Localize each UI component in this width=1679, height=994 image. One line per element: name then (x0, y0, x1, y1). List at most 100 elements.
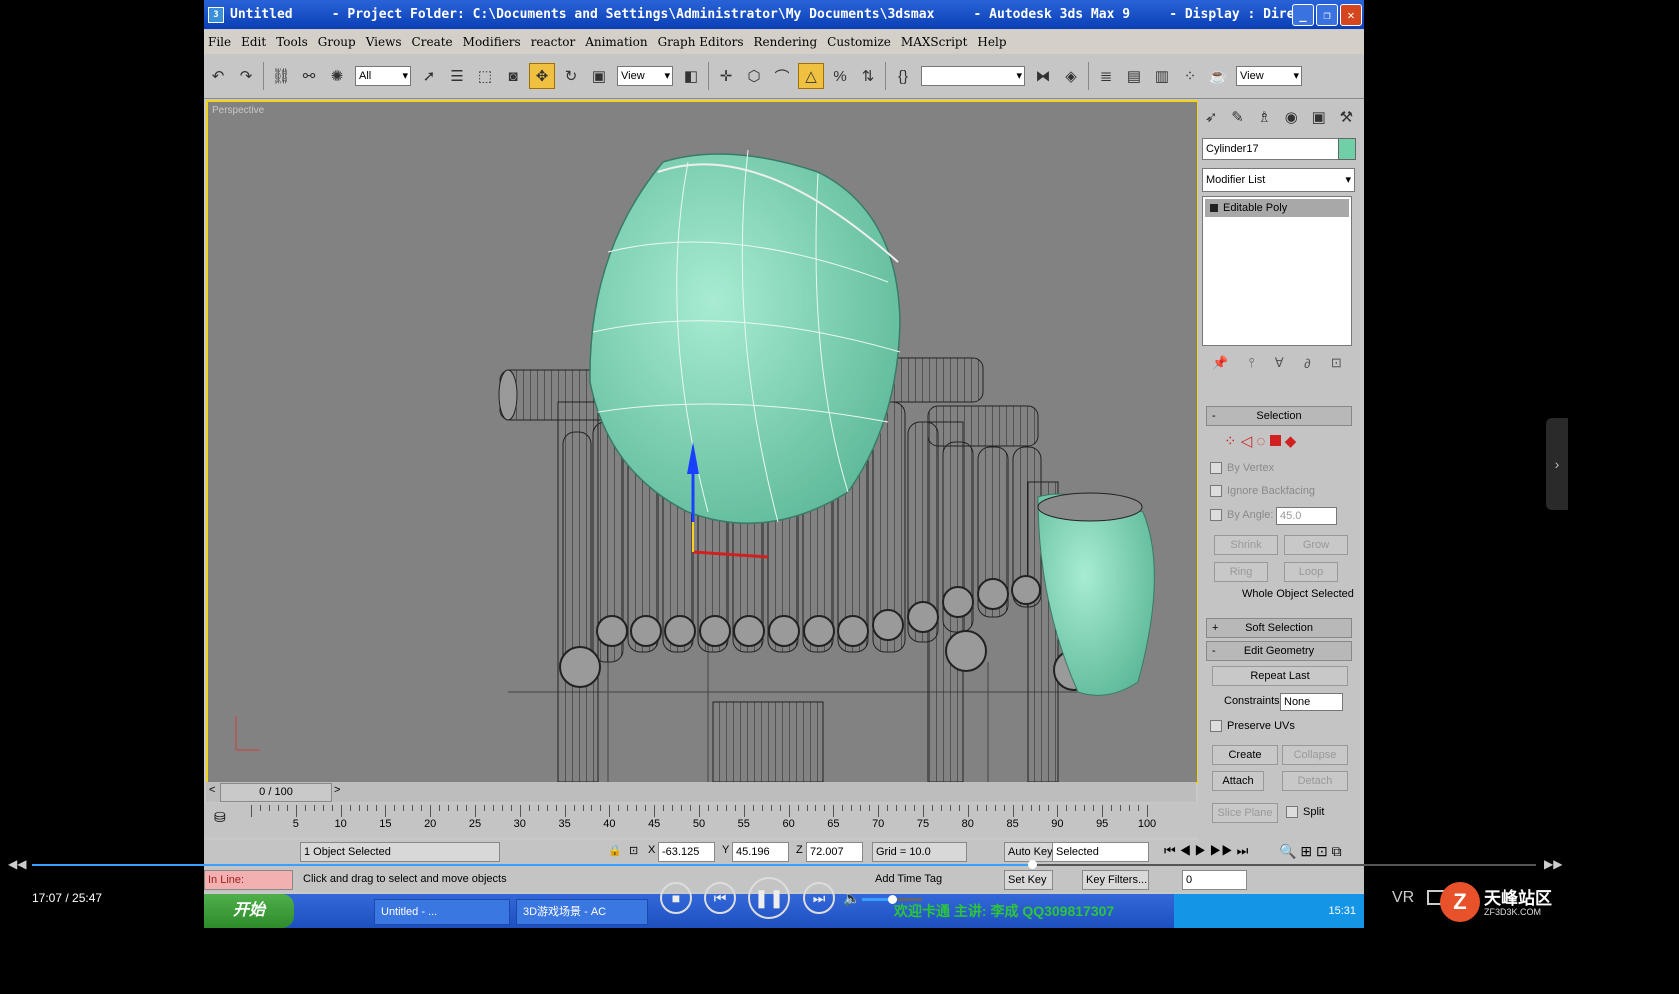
pivot-center-icon[interactable]: ◧ (679, 64, 703, 88)
menu-tools[interactable]: Tools (276, 35, 308, 49)
configure-modifier-sets-icon[interactable]: ⊡ (1331, 355, 1342, 371)
remove-modifier-icon[interactable]: ∂ (1304, 356, 1310, 371)
rectangular-selection-icon[interactable]: ⬚ (473, 64, 497, 88)
ignore-backfacing-checkbox[interactable]: Ignore Backfacing (1210, 485, 1315, 497)
viewport-label[interactable]: Perspective (212, 105, 264, 116)
create-tab-icon[interactable]: ➶ (1205, 108, 1218, 126)
menu-file[interactable]: File (208, 35, 231, 49)
material-editor-icon[interactable]: ⁘ (1178, 64, 1202, 88)
soft-selection-rollout-header[interactable]: + Soft Selection (1206, 618, 1352, 638)
bind-to-space-warp-icon[interactable]: ✺ (325, 64, 349, 88)
menu-help[interactable]: Help (977, 35, 1006, 49)
snaps-toggle-icon[interactable]: ⌒ (770, 64, 794, 88)
by-vertex-checkbox[interactable]: By Vertex (1210, 462, 1274, 474)
maxscript-listener-field[interactable]: In Line: (204, 870, 293, 890)
taskbar-item-video[interactable]: 3D游戏场景 - AC (516, 899, 648, 925)
menu-graph-editors[interactable]: Graph Editors (658, 35, 744, 49)
selection-filter-dropdown[interactable]: All (355, 66, 411, 86)
time-slider-thumb[interactable]: 0 / 100 (220, 783, 332, 802)
previous-button[interactable]: ⏮ (704, 882, 736, 914)
pin-stack-icon[interactable]: 📌 (1212, 355, 1228, 371)
perspective-viewport[interactable]: Perspective (206, 100, 1199, 784)
modifier-list-dropdown[interactable]: Modifier List (1202, 168, 1355, 192)
absolute-mode-icon[interactable]: ⊡ (629, 844, 638, 857)
menu-customize[interactable]: Customize (827, 35, 891, 49)
object-color-swatch[interactable] (1338, 138, 1356, 160)
window-crossing-icon[interactable]: ◙ (501, 64, 525, 88)
start-button[interactable]: 开始 (204, 894, 294, 928)
polygon-level-icon[interactable] (1269, 435, 1281, 446)
schematic-view-icon[interactable]: ▥ (1150, 64, 1174, 88)
track-bar[interactable]: ⛁ 5 10 15 20 25 30 35 40 45 50 55 60 65 70 75 80 85 90 95 1… (204, 803, 1198, 837)
next-frame-arrow-icon[interactable]: > (334, 784, 340, 796)
redo-icon[interactable]: ↷ (234, 64, 258, 88)
make-unique-icon[interactable]: ∀ (1275, 355, 1284, 371)
selection-lock-icon[interactable]: 🔒 (608, 844, 622, 857)
subobject-level-icons[interactable]: ⁘ ◁ ◌ ◆ (1224, 432, 1296, 450)
video-progress-bar[interactable] (32, 860, 1536, 869)
angle-spinner[interactable]: 45.0 (1276, 507, 1337, 525)
zoom-extents-icon[interactable]: ⊡ (1316, 843, 1328, 859)
layer-manager-icon[interactable]: ≣ (1094, 64, 1118, 88)
undo-icon[interactable]: ↶ (206, 64, 230, 88)
unlink-icon[interactable]: ⚯ (297, 64, 321, 88)
select-object-icon[interactable]: ➚ (417, 64, 441, 88)
z-coordinate-field[interactable]: 72.007 (806, 842, 863, 862)
angle-snap-icon[interactable]: △ (798, 63, 824, 89)
stop-button[interactable]: ■ (660, 882, 692, 914)
taskbar-item-max[interactable]: Untitled - ... (374, 899, 510, 925)
close-button[interactable]: ✕ (1340, 3, 1362, 26)
menu-maxscript[interactable]: MAXScript (901, 35, 968, 49)
x-coordinate-field[interactable]: -63.125 (658, 842, 715, 862)
spinner-snap-icon[interactable]: ⇅ (856, 64, 880, 88)
percent-snap-icon[interactable]: % (828, 64, 852, 88)
menu-create[interactable]: Create (412, 35, 453, 49)
preserve-uvs-checkbox[interactable]: Preserve UVs (1210, 720, 1295, 732)
time-slider[interactable]: < 0 / 100 > (206, 782, 1196, 802)
zoom-all-icon[interactable]: ⊞ (1300, 843, 1312, 859)
key-filters-button[interactable]: Key Filters... (1082, 870, 1149, 890)
y-coordinate-field[interactable]: 45.196 (732, 842, 789, 862)
minimize-button[interactable]: _ (1292, 3, 1314, 26)
collapse-button[interactable]: Collapse (1282, 745, 1348, 765)
pause-button[interactable]: ❚❚ (748, 877, 790, 919)
menu-rendering[interactable]: Rendering (754, 35, 818, 49)
loop-button[interactable]: Loop (1284, 562, 1338, 582)
mirror-icon[interactable]: ⧓ (1031, 64, 1055, 88)
render-view-dropdown[interactable]: View (1236, 66, 1302, 86)
auto-key-button[interactable]: Auto Key (1004, 842, 1053, 862)
edit-geometry-rollout-header[interactable]: - Edit Geometry (1206, 641, 1352, 661)
hierarchy-tab-icon[interactable]: ♗ (1258, 108, 1271, 126)
create-button[interactable]: Create (1212, 745, 1278, 765)
display-tab-icon[interactable]: ▣ (1312, 108, 1326, 126)
stack-item-editable-poly[interactable]: Editable Poly (1205, 199, 1349, 217)
volume-slider[interactable] (862, 895, 922, 904)
utilities-tab-icon[interactable]: ⚒ (1340, 108, 1353, 126)
menu-edit[interactable]: Edit (241, 35, 266, 49)
next-button[interactable]: ⏭ (803, 882, 835, 914)
set-key-button[interactable]: Set Key (1004, 870, 1053, 890)
select-and-move-icon[interactable]: ✥ (529, 63, 555, 89)
curve-editor-mini-icon[interactable]: ⛁ (214, 809, 226, 826)
select-and-rotate-icon[interactable]: ↻ (559, 64, 583, 88)
go-to-start-icon[interactable]: ⏮ (1164, 843, 1176, 858)
restore-button[interactable]: ❐ (1316, 3, 1338, 26)
render-scene-icon[interactable]: ☕ (1206, 64, 1230, 88)
previous-key-icon[interactable]: ◀ (1179, 843, 1191, 858)
volume-knob[interactable] (888, 895, 897, 904)
by-angle-checkbox[interactable]: By Angle: (1210, 509, 1273, 521)
select-by-name-icon[interactable]: ☰ (445, 64, 469, 88)
slice-plane-button[interactable]: Slice Plane (1212, 803, 1278, 823)
constraints-dropdown[interactable]: None (1280, 693, 1343, 711)
fast-forward-icon[interactable]: ▶▶ (1544, 857, 1562, 871)
curve-editor-icon[interactable]: ▤ (1122, 64, 1146, 88)
edit-named-selection-icon[interactable]: {} (891, 64, 915, 88)
named-selection-dropdown[interactable] (921, 66, 1025, 86)
object-name-field[interactable]: Cylinder17 (1202, 138, 1339, 160)
shrink-button[interactable]: Shrink (1214, 535, 1278, 555)
ring-button[interactable]: Ring (1214, 562, 1268, 582)
detach-button[interactable]: Detach (1282, 771, 1348, 791)
repeat-last-button[interactable]: Repeat Last (1212, 666, 1348, 686)
select-and-link-icon[interactable]: ⛓ (269, 64, 293, 88)
zoom-icon[interactable]: 🔍 (1279, 843, 1296, 859)
